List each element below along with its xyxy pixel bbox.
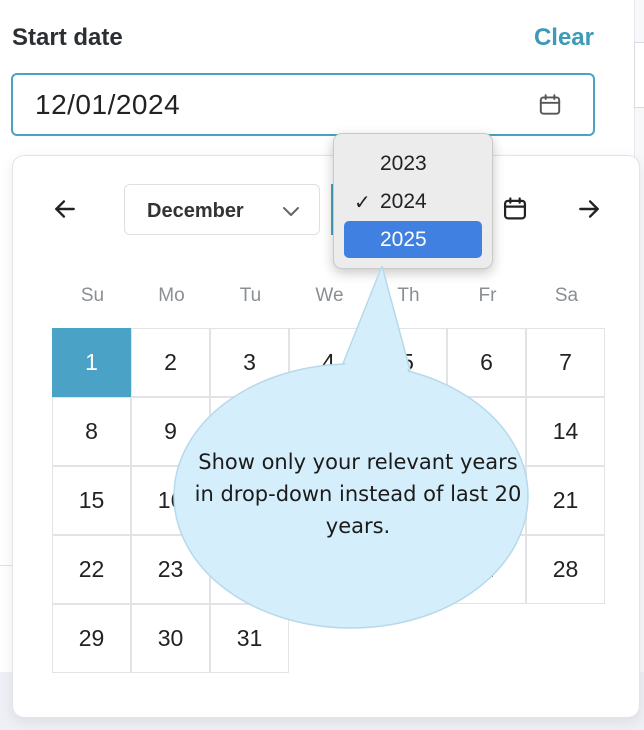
day-cell[interactable]: 7 xyxy=(526,328,605,397)
year-option[interactable]: 2023 xyxy=(344,145,482,182)
day-cell[interactable]: 21 xyxy=(526,466,605,535)
weekday-header: Su xyxy=(80,285,105,306)
date-value: 12/01/2024 xyxy=(35,89,181,120)
month-select-value: December xyxy=(147,200,244,222)
year-option-highlighted[interactable]: 2025 xyxy=(344,221,482,258)
clear-button[interactable]: Clear xyxy=(534,24,594,52)
calendar-icon[interactable] xyxy=(537,92,563,118)
start-date-input[interactable]: 12/01/2024 xyxy=(11,73,595,136)
year-option-label: 2024 xyxy=(380,190,427,213)
year-option-checked[interactable]: ✓ 2024 xyxy=(344,183,482,220)
checkmark-icon: ✓ xyxy=(354,192,371,214)
chevron-down-icon xyxy=(283,207,299,216)
callout-text: Show only your relevant years in drop-do… xyxy=(194,450,522,538)
day-cell-selected[interactable]: 1 xyxy=(52,328,131,397)
next-month-arrow-icon[interactable] xyxy=(576,196,602,222)
background-field xyxy=(634,42,644,108)
year-dropdown-menu: 2023 ✓ 2024 2025 xyxy=(333,133,493,269)
year-option-label: 2023 xyxy=(380,152,427,175)
day-cell[interactable]: 29 xyxy=(52,604,131,673)
day-cell[interactable]: 8 xyxy=(52,397,131,466)
calendar-icon[interactable] xyxy=(501,195,529,223)
year-option-label: 2025 xyxy=(380,228,427,251)
previous-month-arrow-icon[interactable] xyxy=(52,196,78,222)
day-cell[interactable]: 28 xyxy=(526,535,605,604)
day-cell[interactable]: 14 xyxy=(526,397,605,466)
month-select[interactable]: December xyxy=(124,184,320,235)
day-cell[interactable]: 22 xyxy=(52,535,131,604)
background-divider xyxy=(0,565,12,566)
day-cell[interactable]: 15 xyxy=(52,466,131,535)
weekday-header: Sa xyxy=(554,285,579,306)
start-date-label: Start date xyxy=(12,24,123,51)
